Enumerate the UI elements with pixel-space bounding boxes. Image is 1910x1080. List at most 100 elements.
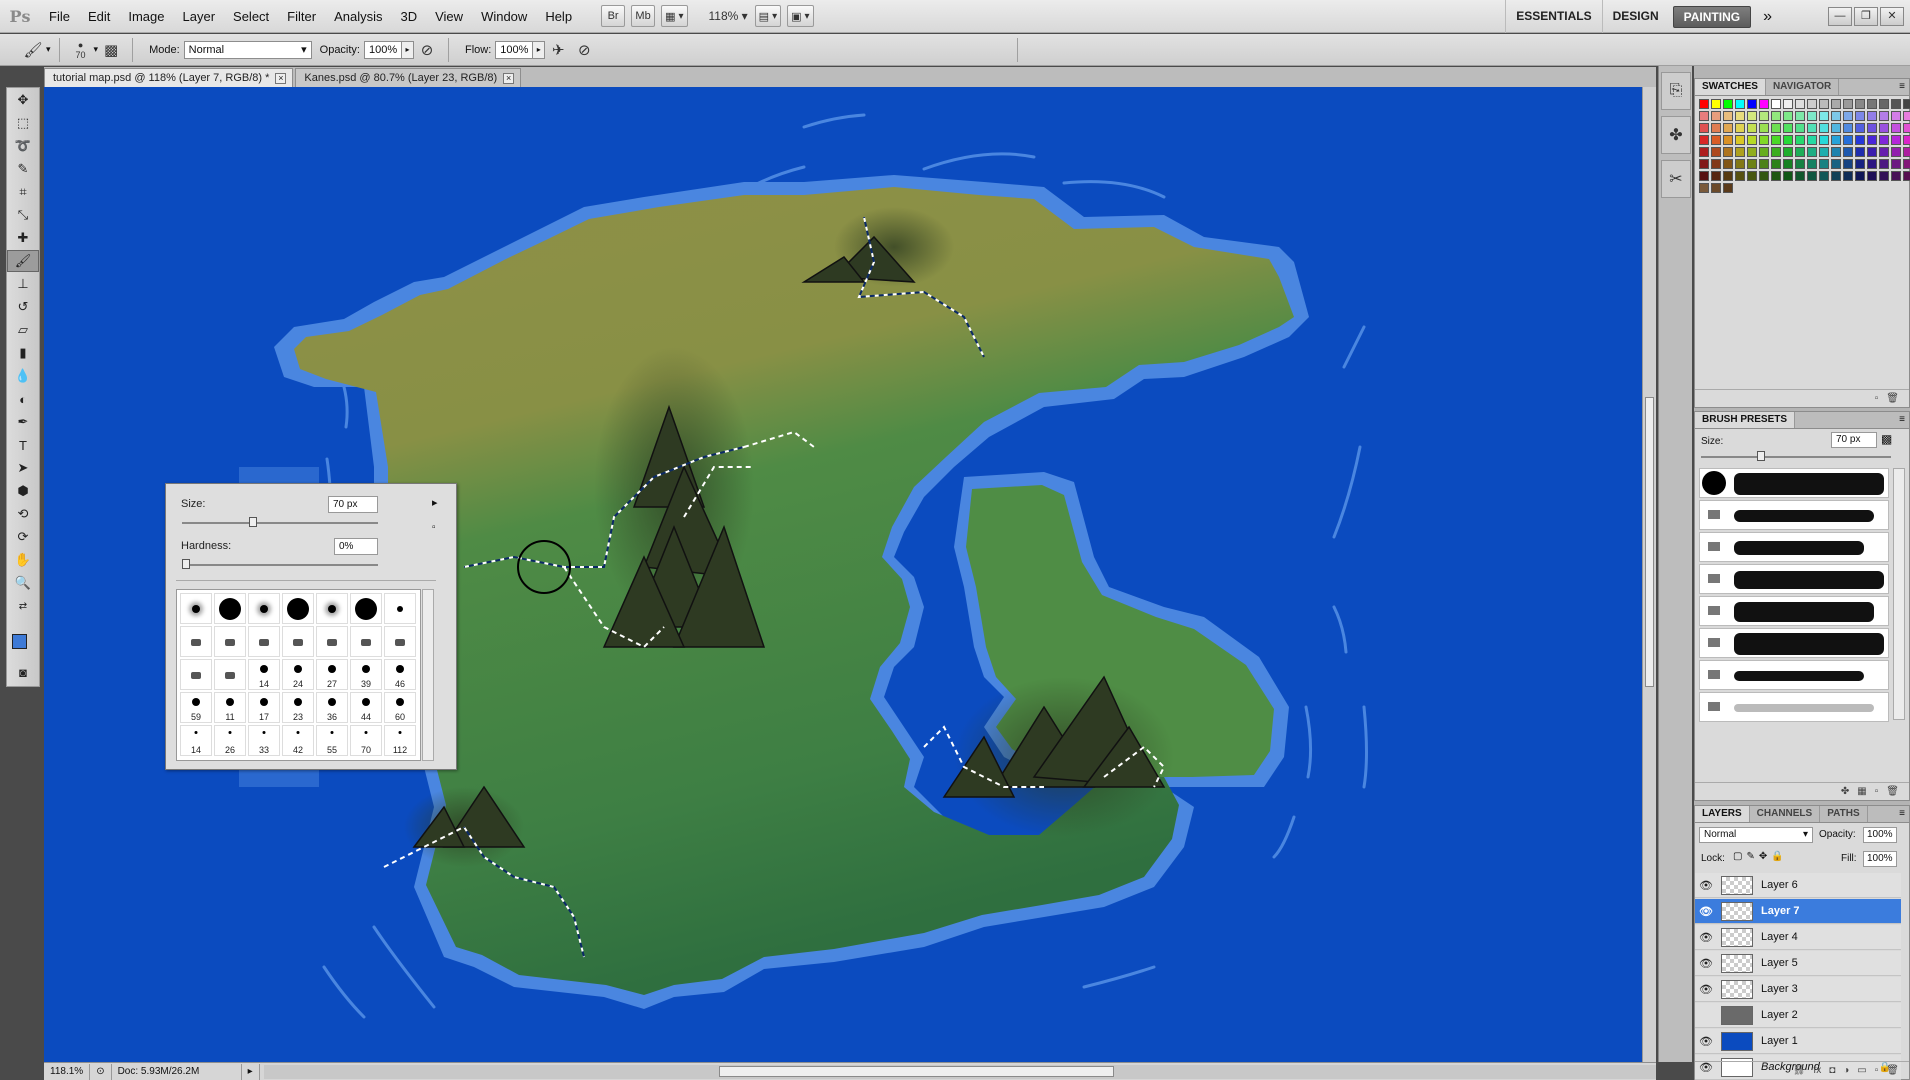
brush-tool-preset-icon[interactable]: 🖌 [20,38,46,62]
hand-tool-icon[interactable]: ✋ [7,549,39,571]
link-layers-icon[interactable]: ⛓ [1793,1065,1806,1076]
brush-preset-item[interactable] [1699,660,1889,690]
layer-row[interactable]: 👁 Layer 6 [1695,873,1901,898]
brush-tip[interactable] [214,626,246,657]
workspace-painting[interactable]: PAINTING [1672,5,1752,28]
color-swatch[interactable] [1747,171,1757,181]
color-swatch[interactable] [1723,123,1733,133]
launch-mini-bridge-button[interactable]: Mb [631,5,656,27]
opacity-field[interactable]: 100% [364,40,402,59]
tab-tutorial-map[interactable]: tutorial map.psd @ 118% (Layer 7, RGB/8)… [44,68,294,87]
color-swatch[interactable] [1867,99,1877,109]
flow-field[interactable]: 100% [495,40,534,59]
color-swatch[interactable] [1891,147,1901,157]
brush-tip[interactable]: 36 [316,692,348,723]
color-swatch[interactable] [1819,147,1829,157]
color-swatch[interactable] [1759,147,1769,157]
zoom-readout[interactable]: 118.1% [44,1063,91,1080]
brush-preset-item[interactable] [1699,468,1889,498]
brush-tip[interactable]: 60 [384,692,416,723]
brush-tip[interactable] [384,593,416,624]
launch-bridge-button[interactable]: Br [601,5,626,27]
color-swatch[interactable] [1903,159,1910,169]
color-swatch[interactable] [1723,135,1733,145]
new-layer-icon[interactable]: ▫ [1875,1065,1879,1076]
brush-tip[interactable] [180,626,212,657]
color-swatch[interactable] [1711,183,1721,193]
brush-tip[interactable]: 55 [316,725,348,756]
horizontal-scrollbar[interactable] [263,1064,1656,1079]
color-swatch[interactable] [1903,123,1910,133]
menu-file[interactable]: File [40,0,79,33]
color-swatch[interactable] [1855,159,1865,169]
color-swatch[interactable] [1831,123,1841,133]
color-swatch[interactable] [1831,99,1841,109]
close-tab-icon[interactable]: × [275,72,287,84]
color-swatch[interactable] [1879,147,1889,157]
color-swatch[interactable] [1891,111,1901,121]
color-swatch[interactable] [1795,147,1805,157]
brush-preset-item[interactable] [1699,692,1889,722]
color-swatch[interactable] [1783,135,1793,145]
color-swatch[interactable] [1771,99,1781,109]
color-swatch[interactable] [1855,135,1865,145]
preset-scrollbar[interactable] [1893,468,1905,720]
lock-pixels-icon[interactable]: ✎ [1746,851,1758,862]
color-swatch[interactable] [1735,111,1745,121]
picker-size-field[interactable]: 70 px [328,496,378,513]
brush-settings-icon[interactable]: ▦ [1857,786,1866,797]
color-swatch[interactable] [1891,123,1901,133]
color-swatch[interactable] [1855,99,1865,109]
picker-size-slider-thumb[interactable] [248,517,257,527]
color-swatch[interactable] [1759,171,1769,181]
close-tab-icon[interactable]: × [503,72,515,84]
3d-orbit-tool-icon[interactable]: ⟳ [7,526,39,548]
preset-size-slider[interactable] [1701,456,1891,458]
preset-size-field[interactable]: 70 px [1831,432,1877,448]
lock-options[interactable]: ▢✎✥🔒 [1733,851,1788,862]
color-swatch[interactable] [1723,111,1733,121]
minimize-button[interactable]: — [1828,7,1852,26]
new-group-icon[interactable]: ▭ [1857,1065,1866,1076]
menu-filter[interactable]: Filter [278,0,325,33]
close-button[interactable]: ✕ [1880,7,1904,26]
layer-row[interactable]: 👁 Layer 4 [1695,925,1901,950]
brush-tip[interactable]: 112 [384,725,416,756]
path-select-tool-icon[interactable]: ➤ [7,457,39,479]
color-swatch[interactable] [1711,111,1721,121]
color-swatch[interactable] [1903,99,1910,109]
tab-navigator[interactable]: NAVIGATOR [1766,79,1840,95]
color-swatch[interactable] [1879,123,1889,133]
color-swatch[interactable] [1831,135,1841,145]
create-preset-icon[interactable]: ▩ [1881,432,1892,446]
visibility-eye-icon[interactable]: 👁 [1695,931,1717,944]
tool-presets-icon[interactable]: ✂ [1661,160,1691,198]
brush-tip[interactable]: 59 [180,692,212,723]
menu-image[interactable]: Image [119,0,173,33]
status-menu-arrow[interactable]: ▸ [242,1063,260,1080]
blur-tool-icon[interactable]: 💧 [7,365,39,387]
brush-tip[interactable]: 11 [214,692,246,723]
color-swatch[interactable] [1879,135,1889,145]
pressure-size-icon[interactable]: ⊘ [571,38,597,62]
tab-paths[interactable]: PATHS [1820,806,1868,822]
color-swatch[interactable] [1795,159,1805,169]
color-swatch[interactable] [1843,99,1853,109]
color-swatch[interactable] [1879,171,1889,181]
color-swatch[interactable] [1879,99,1889,109]
color-swatch[interactable] [1747,135,1757,145]
picker-menu-icon[interactable]: ▸ [432,496,438,509]
brush-tip[interactable] [316,593,348,624]
color-swatch[interactable] [1711,147,1721,157]
menu-select[interactable]: Select [224,0,278,33]
color-swatch[interactable] [1771,147,1781,157]
color-swatch[interactable] [1807,159,1817,169]
brush-tip[interactable]: 23 [282,692,314,723]
color-swatch[interactable] [1819,171,1829,181]
layer-row[interactable]: 👁 Layer 5 [1695,951,1901,976]
visibility-eye-icon[interactable]: 👁 [1695,983,1717,996]
tab-layers[interactable]: LAYERS [1695,806,1750,822]
color-swatch[interactable] [1699,99,1709,109]
color-swatch[interactable] [1795,135,1805,145]
color-swatch[interactable] [1819,123,1829,133]
